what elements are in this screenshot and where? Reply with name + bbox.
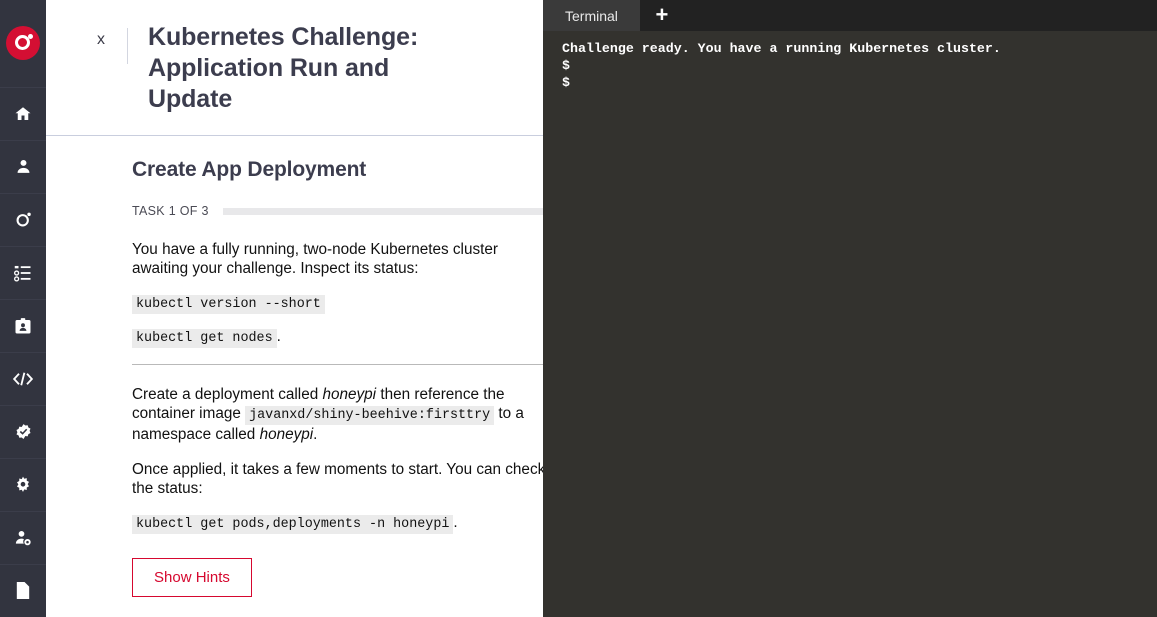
challenge-panel: x Kubernetes Challenge: Application Run … bbox=[46, 0, 543, 617]
deployment-text-1: Create a deployment called bbox=[132, 386, 323, 403]
terminal-output[interactable]: Challenge ready. You have a running Kube… bbox=[543, 31, 1157, 617]
logo-dot-shape bbox=[28, 34, 33, 40]
deployment-text-4: . bbox=[313, 426, 318, 443]
check-badge-icon bbox=[15, 423, 32, 440]
code-block-get-nodes: kubectl get nodes. bbox=[132, 328, 543, 348]
panel-body: Create App Deployment TASK 1 OF 3 You ha… bbox=[46, 136, 543, 597]
close-button[interactable]: x bbox=[97, 32, 105, 48]
add-tab-button[interactable]: + bbox=[640, 0, 684, 31]
sidebar-item-profile[interactable] bbox=[0, 139, 46, 193]
code-block-get-pods: kubectl get pods,deployments -n honeypi. bbox=[132, 514, 543, 534]
user-gear-icon bbox=[14, 529, 32, 547]
gear-icon bbox=[14, 476, 32, 494]
sidebar-item-settings[interactable] bbox=[0, 457, 46, 511]
code-suffix-period: . bbox=[276, 328, 281, 345]
logo-mark-icon bbox=[6, 26, 40, 61]
openshift-ring-icon bbox=[14, 210, 33, 229]
app-logo[interactable] bbox=[0, 0, 46, 87]
namespace-name-emphasis: honeypi bbox=[259, 426, 314, 443]
code-snippet-get-nodes[interactable]: kubectl get nodes bbox=[132, 329, 277, 348]
list-check-icon bbox=[14, 264, 32, 282]
content-divider bbox=[132, 364, 543, 365]
task-progress-bar bbox=[222, 207, 543, 215]
sidebar-item-badge[interactable] bbox=[0, 298, 46, 352]
sidebar-item-home[interactable] bbox=[0, 86, 46, 140]
user-icon bbox=[15, 158, 32, 175]
file-icon bbox=[15, 582, 31, 600]
sidebar-item-tasks[interactable] bbox=[0, 245, 46, 299]
deployment-paragraph: Create a deployment called honeypi then … bbox=[132, 385, 543, 444]
code-snippet-get-pods[interactable]: kubectl get pods,deployments -n honeypi bbox=[132, 515, 454, 534]
status-check-paragraph: Once applied, it takes a few moments to … bbox=[132, 461, 543, 497]
deployment-name-emphasis: honeypi bbox=[322, 386, 377, 403]
code-icon bbox=[13, 371, 33, 387]
terminal-tab-bar: Terminal + bbox=[543, 0, 1157, 31]
header-divider bbox=[127, 28, 128, 64]
show-hints-button[interactable]: Show Hints bbox=[132, 558, 252, 597]
left-nav-sidebar bbox=[0, 0, 46, 617]
section-title: Create App Deployment bbox=[132, 158, 367, 181]
task-progress-row: TASK 1 OF 3 bbox=[132, 204, 543, 218]
code-snippet-image[interactable]: javanxd/shiny-beehive:firsttry bbox=[245, 406, 495, 425]
code-suffix-period-2: . bbox=[453, 514, 458, 531]
tab-terminal[interactable]: Terminal bbox=[543, 0, 640, 31]
sidebar-item-files[interactable] bbox=[0, 563, 46, 617]
sidebar-item-openshift[interactable] bbox=[0, 192, 46, 246]
code-snippet-version[interactable]: kubectl version --short bbox=[132, 295, 325, 314]
terminal-panel: Terminal + Challenge ready. You have a r… bbox=[543, 0, 1157, 617]
code-block-version: kubectl version --short bbox=[132, 294, 543, 314]
logo-ring-shape bbox=[14, 35, 30, 51]
task-counter-label: TASK 1 OF 3 bbox=[132, 204, 209, 218]
home-icon bbox=[14, 105, 32, 123]
app-root: x Kubernetes Challenge: Application Run … bbox=[0, 0, 1157, 617]
panel-header: x Kubernetes Challenge: Application Run … bbox=[46, 0, 543, 136]
intro-paragraph: You have a fully running, two-node Kuber… bbox=[132, 241, 498, 277]
page-title: Kubernetes Challenge: Application Run an… bbox=[148, 23, 419, 113]
id-badge-icon bbox=[14, 317, 32, 335]
sidebar-item-verified[interactable] bbox=[0, 404, 46, 458]
sidebar-item-account-settings[interactable] bbox=[0, 510, 46, 564]
sidebar-item-code[interactable] bbox=[0, 351, 46, 405]
